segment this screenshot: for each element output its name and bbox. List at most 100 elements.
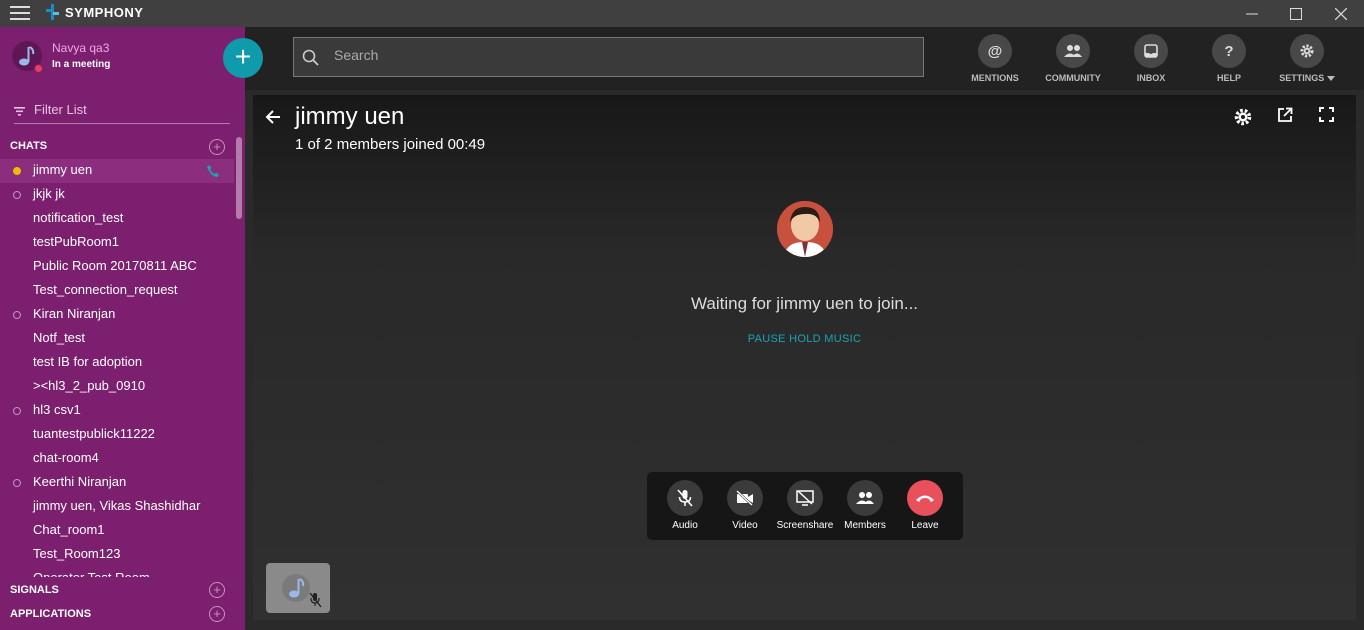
self-video-tile[interactable] xyxy=(266,563,330,613)
screenshare-label: Screenshare xyxy=(776,520,834,531)
presence-indicator xyxy=(13,167,21,175)
user-status: In a meeting xyxy=(52,59,111,70)
call-title: jimmy uen xyxy=(295,103,405,130)
chat-name: Public Room 20170811 ABC xyxy=(33,258,197,273)
sidebar-scrollbar[interactable] xyxy=(236,137,242,219)
members-icon xyxy=(847,480,883,516)
chat-list-item[interactable]: Test_Room123 xyxy=(0,543,234,567)
add-application-button[interactable]: + xyxy=(209,606,225,622)
maximize-button[interactable] xyxy=(1273,0,1318,27)
add-chat-button[interactable]: + xyxy=(209,139,225,155)
chat-list-item[interactable]: hl3 csv1 xyxy=(0,399,234,423)
chat-list-item[interactable]: jimmy uen, Vikas Shashidhar xyxy=(0,495,234,519)
chat-list-item[interactable]: Keerthi Niranjan xyxy=(0,471,234,495)
chat-list-item[interactable]: jkjk jk xyxy=(0,183,234,207)
filter-list xyxy=(14,101,230,124)
phone-icon[interactable] xyxy=(206,164,220,178)
gear-icon xyxy=(1290,34,1324,68)
chat-name: jkjk jk xyxy=(33,186,65,201)
section-chats[interactable]: CHATS xyxy=(10,140,47,152)
chat-list-item[interactable]: test IB for adoption xyxy=(0,351,234,375)
chat-name: jimmy uen, Vikas Shashidhar xyxy=(33,498,201,513)
menu-icon[interactable] xyxy=(10,6,30,20)
status-dot xyxy=(34,64,43,73)
contact-avatar xyxy=(777,201,833,257)
community-label: COMMUNITY xyxy=(1045,73,1101,83)
signals-section: SIGNALS + xyxy=(0,577,245,601)
chat-name: Test_Room123 xyxy=(33,546,121,561)
inbox-button[interactable]: INBOX xyxy=(1116,34,1186,83)
leave-label: Leave xyxy=(911,520,939,531)
chat-list-item[interactable]: notification_test xyxy=(0,207,234,231)
settings-button[interactable]: SETTINGS xyxy=(1272,34,1342,83)
chat-list-item[interactable]: Chat_room1 xyxy=(0,519,234,543)
inbox-icon xyxy=(1134,34,1168,68)
chat-list-item[interactable]: Kiran Niranjan xyxy=(0,303,234,327)
search-input[interactable] xyxy=(334,47,894,63)
members-label: Members xyxy=(844,520,886,531)
app-name: SYMPHONY xyxy=(65,5,144,20)
community-button[interactable]: COMMUNITY xyxy=(1038,34,1108,83)
community-icon xyxy=(1056,34,1090,68)
minimize-icon xyxy=(1245,13,1258,14)
chat-list-item[interactable]: ><hl3_2_pub_0910 xyxy=(0,375,234,399)
section-signals[interactable]: SIGNALS xyxy=(10,584,59,596)
chat-list-item[interactable]: Public Room 20170811 ABC xyxy=(0,255,234,279)
presence-indicator xyxy=(13,191,21,199)
compose-button[interactable]: + xyxy=(223,38,263,78)
popout-icon[interactable] xyxy=(1277,107,1293,123)
minimize-button[interactable] xyxy=(1229,0,1274,27)
help-icon: ? xyxy=(1212,34,1246,68)
help-label: HELP xyxy=(1216,73,1241,83)
fullscreen-icon[interactable] xyxy=(1319,107,1334,122)
screenshare-button[interactable]: Screenshare xyxy=(775,480,835,531)
call-settings-icon[interactable] xyxy=(1233,107,1253,127)
filter-input[interactable] xyxy=(34,102,224,117)
chat-list-item[interactable]: chat-room4 xyxy=(0,447,234,471)
mic-off-icon xyxy=(667,480,703,516)
chat-list-item[interactable]: Operator Test Room xyxy=(0,567,234,577)
mentions-button[interactable]: @ MENTIONS xyxy=(960,34,1030,83)
chat-name: Operator Test Room xyxy=(33,570,150,577)
video-button[interactable]: Video xyxy=(715,480,775,531)
self-mic-off-icon xyxy=(309,592,322,608)
applications-section: APPLICATIONS + xyxy=(0,601,245,625)
leave-button[interactable]: Leave xyxy=(895,480,955,531)
audio-button[interactable]: Audio xyxy=(655,480,715,531)
video-off-icon xyxy=(727,480,763,516)
user-profile[interactable]: Navya qa3 In a meeting xyxy=(0,27,245,91)
presence-indicator xyxy=(13,479,21,487)
mentions-label: MENTIONS xyxy=(971,73,1019,83)
members-button[interactable]: Members xyxy=(835,480,895,531)
call-subtitle: 1 of 2 members joined 00:49 xyxy=(295,136,486,153)
chat-name: testPubRoom1 xyxy=(33,234,119,249)
chat-list-item[interactable]: tuantestpublick11222 xyxy=(0,423,234,447)
chat-name: tuantestpublick11222 xyxy=(33,426,155,441)
maximize-icon xyxy=(1289,7,1302,20)
search-bar xyxy=(293,37,924,77)
chat-name: Notf_test xyxy=(33,330,86,345)
search-icon xyxy=(302,49,319,66)
caret-down-icon xyxy=(1326,76,1335,81)
call-view: jimmy uen 1 of 2 members joined 00:49 Wa… xyxy=(253,95,1356,620)
help-button[interactable]: ? HELP xyxy=(1194,34,1264,83)
chat-name: test IB for adoption xyxy=(33,354,143,369)
chat-name: hl3 csv1 xyxy=(33,402,81,417)
chat-list-item[interactable]: jimmy uen xyxy=(0,159,234,183)
audio-label: Audio xyxy=(672,520,698,531)
presence-indicator xyxy=(13,407,21,415)
chat-list-item[interactable]: testPubRoom1 xyxy=(0,231,234,255)
hang-up-icon xyxy=(907,480,943,516)
add-signal-button[interactable]: + xyxy=(209,582,225,598)
chat-name: Test_connection_request xyxy=(33,282,178,297)
close-button[interactable] xyxy=(1318,0,1363,27)
inbox-label: INBOX xyxy=(1136,73,1166,83)
chat-name: jimmy uen xyxy=(33,162,93,177)
chat-list-item[interactable]: Test_connection_request xyxy=(0,279,234,303)
section-applications[interactable]: APPLICATIONS xyxy=(10,608,91,620)
presence-indicator xyxy=(13,311,21,319)
back-arrow-icon[interactable] xyxy=(265,110,281,124)
screenshare-off-icon xyxy=(787,480,823,516)
chat-list-item[interactable]: Notf_test xyxy=(0,327,234,351)
pause-hold-music-link[interactable]: PAUSE HOLD MUSIC xyxy=(253,333,1356,345)
